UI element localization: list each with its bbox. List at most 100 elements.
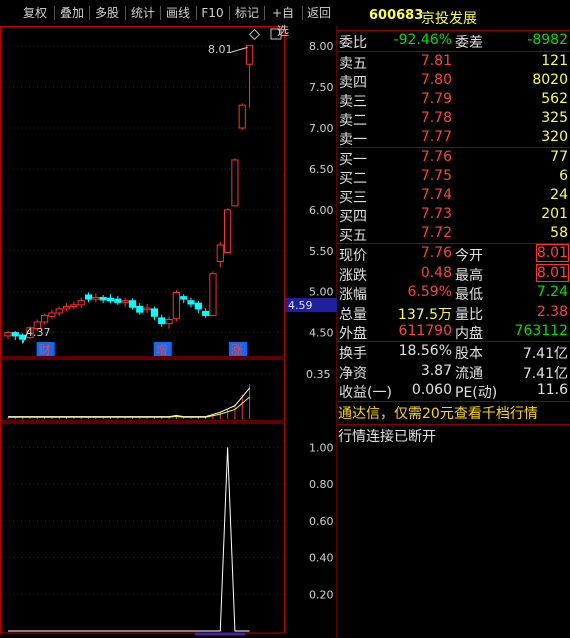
fin-value: 0.060 (411, 382, 452, 398)
candle-body (172, 292, 180, 320)
indicator-axis-tick: 0.60 (309, 515, 334, 528)
stat-value-2: 2.38 (536, 303, 568, 320)
promo-text[interactable]: 通达信，仅需20元查看千档行情 (338, 403, 538, 423)
ask-price: 7.81 (420, 53, 452, 69)
bid-volume: 201 (541, 206, 568, 222)
fin-label-2: 股本 (455, 346, 483, 362)
candle-body (70, 304, 78, 307)
multi-stock-button[interactable]: 多股 (92, 4, 122, 22)
high-price-label: 8.01 (208, 43, 233, 56)
ask-price: 7.80 (420, 72, 452, 88)
fin-label: 换手 (339, 346, 367, 362)
ask-volume: 121 (541, 53, 568, 69)
stat-row: 涨跌 0.48 最高 8.01 (337, 263, 570, 284)
ask-volume: 325 (541, 110, 568, 126)
bid-label: 买一 (339, 152, 367, 168)
candle-body (158, 317, 166, 325)
stat-value: 611790 (398, 323, 452, 339)
indicator-axis-tick: 1.00 (309, 441, 334, 454)
fin-row: 收益(一) 0.060 PE(动) 11.6 (337, 381, 570, 401)
event-marker: 涨 (231, 342, 243, 357)
fin-value-2: 11.6 (536, 382, 568, 398)
overlay-button[interactable]: 叠加 (57, 4, 87, 22)
candle-body (187, 300, 195, 305)
kline-chart[interactable]: 8.00 7.50 7.00 6.50 6.00 5.50 5.00 4.50 8.01 4.37… (0, 0, 337, 638)
stock-code: 600683 (369, 8, 424, 23)
candle-body (48, 312, 56, 317)
stat-row: 总量 137.5万 量比 2.38 (337, 303, 570, 323)
candle-body (92, 296, 100, 300)
mark-button[interactable]: 标记 (232, 4, 262, 22)
diamond-icon (248, 28, 261, 41)
stock-name: 京投发展 (421, 11, 477, 27)
fin-row: 净资 3.87 流通 7.41亿 (337, 362, 570, 382)
bid-label: 买三 (339, 190, 367, 206)
candle-body (128, 300, 137, 308)
bid-label: 买五 (339, 228, 367, 244)
ask-row: 卖二 7.78 325 (337, 109, 570, 129)
bid-volume: 58 (550, 225, 568, 241)
bid-row: 买二 7.75 6 (337, 167, 570, 187)
price-axis-tick: 4.50 (309, 327, 334, 340)
stat-value-2: 8.01 (535, 244, 570, 262)
fin-value-2: 7.41亿 (522, 365, 568, 382)
candle-body (55, 308, 63, 314)
event-marker: 财 (39, 343, 51, 357)
weibi-label: 委比 (339, 35, 367, 51)
fin-value-2: 7.41亿 (522, 346, 568, 362)
ask-volume: 8020 (532, 72, 568, 88)
fin-label-2: PE(动) (455, 385, 498, 401)
candle-body (84, 294, 93, 300)
stat-row: 外盘 611790 内盘 763112 (337, 322, 570, 342)
candle-body (77, 300, 85, 306)
fin-value: 3.87 (420, 362, 452, 379)
bid-volume: 77 (550, 149, 568, 165)
stat-label: 现价 (339, 248, 367, 264)
stat-row: 涨幅 6.59% 最低 7.24 (337, 283, 570, 303)
candle-body (224, 209, 232, 253)
statistics-button[interactable]: 统计 (128, 4, 158, 22)
volume-axis-tick: 0.35 (306, 368, 331, 381)
stat-label: 外盘 (339, 326, 367, 342)
price-axis-tick: 6.00 (309, 204, 334, 217)
stat-label-2: 最高 (455, 267, 483, 284)
f10-button[interactable]: F10 (199, 4, 226, 22)
stat-value-2: 8.01 (535, 263, 570, 282)
bid-row: 买一 7.76 77 (337, 148, 570, 168)
stat-value-2: 763112 (514, 323, 568, 339)
candle-body (41, 314, 49, 323)
ask-price: 7.77 (420, 129, 452, 145)
stock-header: 600683 京投发展 (337, 7, 570, 29)
add-watchlist-button[interactable]: +自选 (266, 4, 300, 38)
stat-label-2: 内盘 (455, 326, 483, 342)
candle-body (106, 297, 115, 302)
ask-price: 7.78 (420, 110, 452, 126)
stat-value: 0.48 (420, 264, 452, 281)
ask-label: 卖五 (339, 56, 367, 72)
stat-value: 7.76 (420, 245, 452, 261)
candle-body (180, 296, 188, 300)
price-axis-tick: 7.50 (309, 81, 334, 94)
stat-label: 涨幅 (339, 287, 367, 303)
candle-body (231, 159, 239, 207)
bid-label: 买四 (339, 209, 367, 225)
indicator-axis-tick: 0.20 (309, 588, 334, 601)
stat-value: 137.5万 (397, 306, 452, 323)
stat-label: 涨跌 (339, 267, 367, 284)
quote-panel: 600683 京投发展 委比 -92.46% 委差 -8982 通达信，仅需20… (337, 0, 570, 638)
bid-price: 7.76 (420, 149, 452, 165)
ask-row: 卖五 7.81 121 (337, 52, 570, 72)
bid-label: 买二 (339, 171, 367, 187)
low-price-label: 4.37 (26, 326, 51, 339)
bid-price: 7.74 (420, 187, 452, 203)
price-axis-tick: 5.50 (309, 245, 334, 258)
fuquan-button[interactable]: 复权 (20, 4, 50, 22)
back-button[interactable]: 返回 (304, 4, 334, 22)
draw-line-button[interactable]: 画线 (163, 4, 193, 22)
stat-value: 6.59% (407, 284, 452, 300)
fin-label-2: 流通 (455, 365, 483, 382)
candle-body (150, 308, 159, 317)
fin-label: 净资 (339, 365, 367, 382)
price-axis-tick: 5.00 (309, 286, 334, 299)
candle-body (99, 296, 107, 301)
